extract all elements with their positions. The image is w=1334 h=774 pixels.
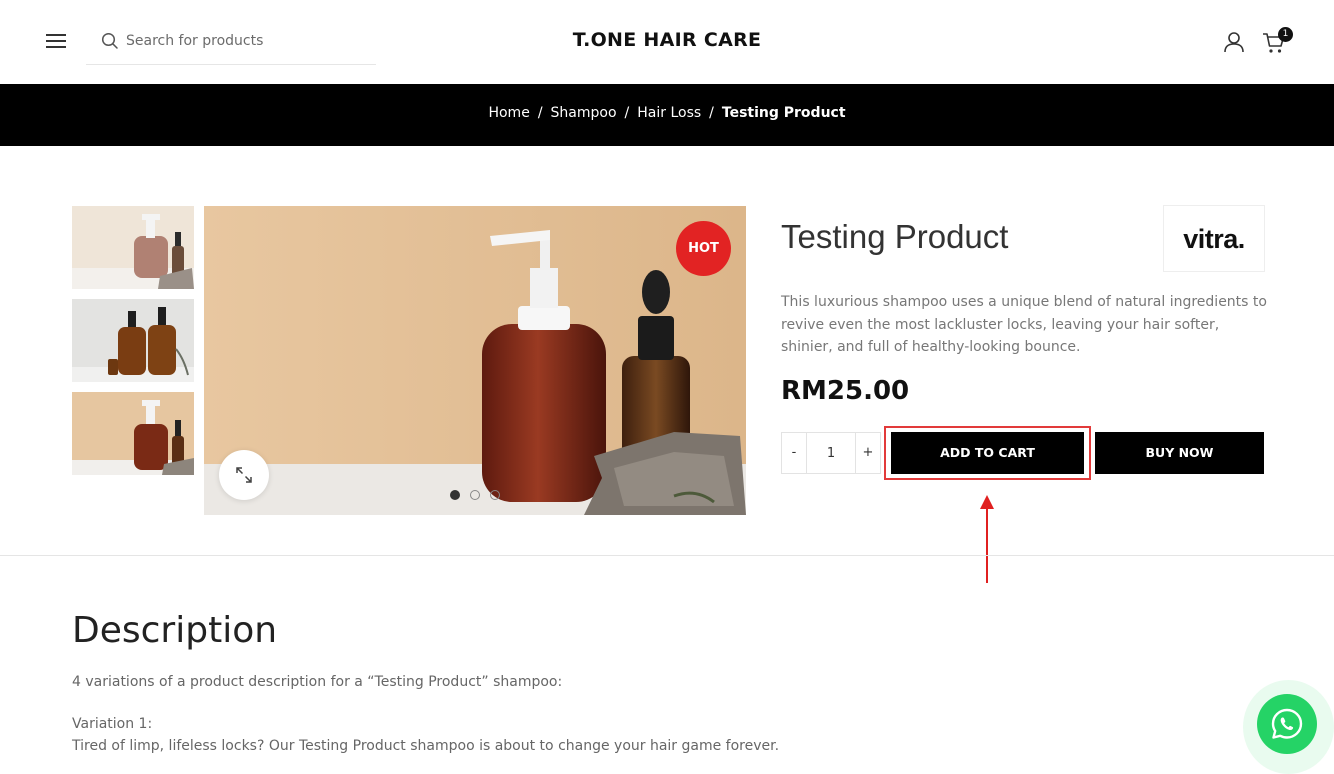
- breadcrumb-hair-loss[interactable]: Hair Loss: [637, 105, 701, 121]
- whatsapp-button[interactable]: [1257, 694, 1317, 754]
- product-main-image: [204, 206, 746, 515]
- breadcrumb-separator: /: [624, 105, 630, 121]
- whatsapp-icon: [1271, 708, 1303, 739]
- breadcrumb-separator: /: [537, 105, 543, 121]
- quantity-increase-button[interactable]: +: [855, 433, 880, 473]
- section-divider: [0, 555, 1334, 556]
- breadcrumb-separator: /: [709, 105, 714, 121]
- site-header: T.ONE HAIR CARE 1: [0, 0, 1334, 84]
- description-heading: Description: [72, 610, 278, 651]
- site-logo[interactable]: T.ONE HAIR CARE: [500, 29, 834, 51]
- quantity-stepper: - +: [781, 432, 881, 474]
- slide-dot-3[interactable]: [490, 490, 500, 500]
- breadcrumb-shampoo[interactable]: Shampoo: [551, 105, 617, 121]
- highlight-box: [884, 426, 1091, 480]
- gallery-thumbnail-3[interactable]: [72, 392, 194, 475]
- quantity-decrease-button[interactable]: -: [782, 433, 807, 473]
- breadcrumb-current: Testing Product: [721, 105, 846, 121]
- search-bar[interactable]: [86, 22, 376, 65]
- slide-dot-2[interactable]: [470, 490, 480, 500]
- hot-badge: HOT: [676, 221, 731, 276]
- cart-count-badge: 1: [1278, 27, 1293, 42]
- product-title: Testing Product: [781, 218, 1009, 255]
- expand-icon: [236, 467, 252, 483]
- slide-dot-1[interactable]: [450, 490, 460, 500]
- brand-logo[interactable]: vitra.: [1163, 205, 1265, 272]
- annotation-arrow: [986, 503, 988, 583]
- buy-now-button[interactable]: BUY NOW: [1095, 432, 1264, 474]
- user-icon[interactable]: [1222, 30, 1246, 54]
- variation-text: Tired of limp, lifeless locks? Our Testi…: [72, 738, 780, 754]
- breadcrumb-bar: Home / Shampoo / Hair Loss / Testing Product: [0, 84, 1334, 146]
- variation-label: Variation 1:: [72, 716, 153, 732]
- gallery-thumbnail-1[interactable]: [72, 206, 194, 289]
- breadcrumb: Home / Shampoo / Hair Loss / Testing Product: [0, 105, 1334, 121]
- expand-image-button[interactable]: [219, 450, 269, 500]
- search-input[interactable]: [126, 30, 366, 52]
- gallery-thumbnail-2[interactable]: [72, 299, 194, 382]
- menu-icon[interactable]: [46, 33, 66, 49]
- description-intro: 4 variations of a product description fo…: [72, 674, 563, 690]
- brand-name: vitra.: [1183, 224, 1245, 254]
- breadcrumb-home[interactable]: Home: [488, 105, 529, 121]
- quantity-input[interactable]: [807, 433, 855, 473]
- search-icon[interactable]: [101, 32, 119, 50]
- product-price: RM25.00: [781, 376, 910, 406]
- product-short-description: This luxurious shampoo uses a unique ble…: [781, 294, 1267, 355]
